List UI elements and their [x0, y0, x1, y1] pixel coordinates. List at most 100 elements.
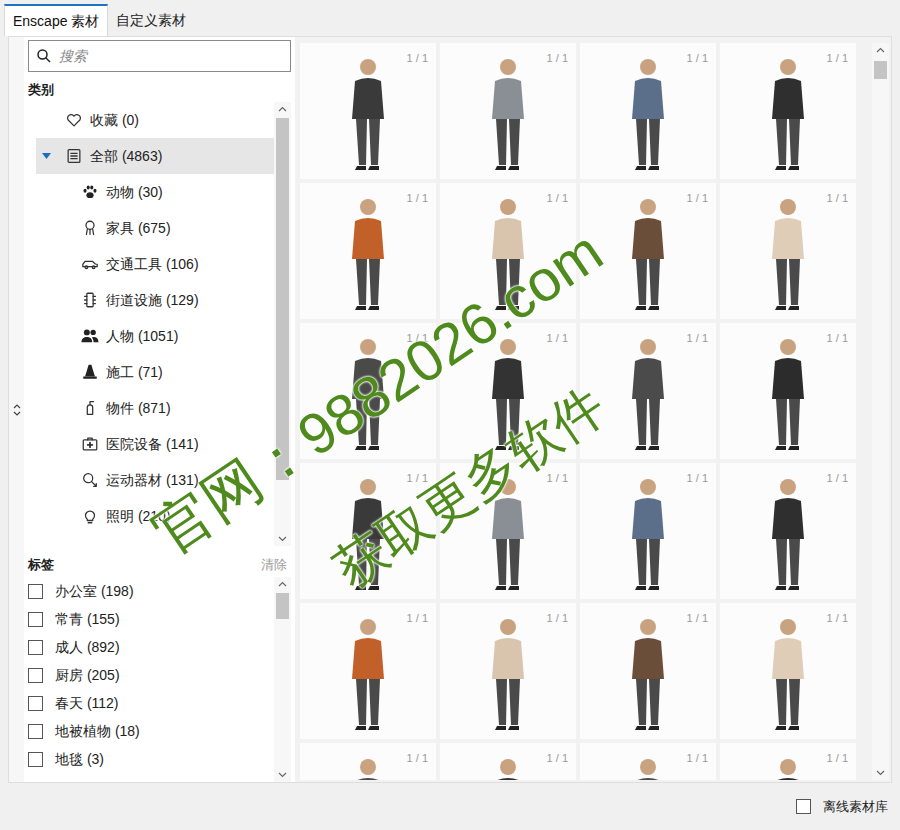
collapse-icon — [13, 403, 21, 417]
scroll-track[interactable] — [274, 591, 291, 768]
asset-card[interactable]: 1 / 1 — [300, 43, 436, 179]
asset-card[interactable]: 1 / 1 — [580, 603, 716, 739]
asset-thumbnail — [763, 755, 813, 780]
category-item[interactable]: 照明 (210) — [36, 498, 274, 534]
tag-item[interactable]: 春天 (112) — [28, 689, 274, 717]
category-item[interactable]: 交通工具 (106) — [36, 246, 274, 282]
asset-card[interactable]: 1 / 1 — [300, 323, 436, 459]
search-box[interactable] — [28, 40, 291, 72]
category-item[interactable]: 收藏 (0) — [36, 102, 274, 138]
tag-item[interactable]: 成人 (892) — [28, 633, 274, 661]
category-label: 家具 (675) — [106, 218, 171, 239]
category-item[interactable]: 施工 (71) — [36, 354, 274, 390]
category-item[interactable]: 人物 (1051) — [36, 318, 274, 354]
asset-card[interactable]: 1 / 1 — [300, 743, 436, 780]
asset-counter: 1 / 1 — [407, 50, 428, 67]
asset-card[interactable]: 1 / 1 — [300, 183, 436, 319]
clear-tags-button[interactable]: 清除 — [261, 555, 287, 575]
scroll-track[interactable] — [274, 116, 291, 532]
asset-card[interactable]: 1 / 1 — [440, 323, 576, 459]
asset-thumbnail — [763, 55, 813, 175]
asset-thumbnail — [483, 615, 533, 735]
category-item[interactable]: 运动器材 (131) — [36, 462, 274, 498]
asset-card[interactable]: 1 / 1 — [300, 463, 436, 599]
asset-card[interactable]: 1 / 1 — [580, 43, 716, 179]
offline-library-option[interactable]: 离线素材库 — [796, 797, 888, 817]
category-item[interactable]: 动物 (30) — [36, 174, 274, 210]
tab[interactable]: Enscape 素材 — [4, 4, 108, 36]
tag-item[interactable]: 地被植物 (18) — [28, 717, 274, 745]
asset-card[interactable]: 1 / 1 — [580, 463, 716, 599]
scroll-thumb[interactable] — [874, 61, 887, 79]
tag-checkbox[interactable] — [28, 584, 43, 599]
search-input[interactable] — [59, 41, 290, 71]
asset-counter: 1 / 1 — [547, 610, 568, 627]
scroll-track[interactable] — [872, 57, 889, 766]
asset-card[interactable]: 1 / 1 — [720, 463, 856, 599]
asset-counter: 1 / 1 — [827, 470, 848, 487]
asset-counter: 1 / 1 — [547, 330, 568, 347]
watermark-text: 获取更多软件 — [322, 373, 616, 601]
tag-items: 办公室 (198) 常青 (155) 成人 (892)厨房 (205)春天 (112… — [28, 577, 274, 782]
asset-library-window: Enscape 素材自定义素材类别收藏 (0)全部 (4863)动物 (30)家… — [0, 0, 900, 830]
scroll-down-icon — [274, 768, 291, 782]
asset-card[interactable]: 1 / 1 — [720, 183, 856, 319]
tag-label: 地被植物 (18) — [55, 721, 140, 742]
category-scrollbar[interactable] — [274, 102, 291, 546]
category-item[interactable]: 街道设施 (129) — [36, 282, 274, 318]
tag-item[interactable]: 厨房 (205) — [28, 661, 274, 689]
asset-card[interactable]: 1 / 1 — [720, 43, 856, 179]
tag-item[interactable]: 办公室 (198) — [28, 577, 274, 605]
tag-scrollbar[interactable] — [274, 577, 291, 782]
asset-card[interactable]: 1 / 1 — [440, 603, 576, 739]
asset-card[interactable]: 1 / 1 — [300, 603, 436, 739]
asset-thumbnail — [483, 335, 533, 455]
tag-item[interactable]: 常青 (155) — [28, 605, 274, 633]
tag-checkbox[interactable] — [28, 696, 43, 711]
asset-card[interactable]: 1 / 1 — [720, 603, 856, 739]
category-label: 物件 (871) — [106, 398, 171, 419]
tag-checkbox[interactable] — [28, 640, 43, 655]
tag-heading: 标签 — [28, 555, 54, 575]
asset-thumbnail — [343, 335, 393, 455]
asset-card[interactable]: 1 / 1 — [580, 743, 716, 780]
asset-thumbnail — [343, 195, 393, 315]
tab-label: Enscape 素材 — [13, 11, 99, 32]
asset-counter: 1 / 1 — [827, 330, 848, 347]
asset-card[interactable]: 1 / 1 — [440, 183, 576, 319]
scroll-thumb[interactable] — [276, 593, 289, 619]
tab[interactable]: 自定义素材 — [108, 4, 194, 36]
category-item[interactable]: 全部 (4863) — [36, 138, 274, 174]
asset-thumbnail — [623, 755, 673, 780]
asset-counter: 1 / 1 — [407, 470, 428, 487]
category-item[interactable]: 医院设备 (141) — [36, 426, 274, 462]
tag-checkbox[interactable] — [28, 668, 43, 683]
asset-card[interactable]: 1 / 1 — [580, 323, 716, 459]
category-label: 医院设备 (141) — [106, 434, 199, 455]
asset-thumbnail — [763, 195, 813, 315]
collapse-handle[interactable] — [9, 37, 24, 782]
category-item[interactable]: 家具 (675) — [36, 210, 274, 246]
tag-checkbox[interactable] — [28, 752, 43, 767]
asset-card[interactable]: 1 / 1 — [440, 463, 576, 599]
category-label: 交通工具 (106) — [106, 254, 199, 275]
tag-label: 常青 (155) — [55, 609, 120, 630]
scroll-thumb[interactable] — [276, 118, 289, 480]
asset-card[interactable]: 1 / 1 — [440, 43, 576, 179]
category-item[interactable]: 物件 (871) — [36, 390, 274, 426]
expand-toggle[interactable] — [36, 153, 56, 159]
people-icon — [80, 327, 100, 345]
car-icon — [80, 255, 100, 273]
asset-scrollbar[interactable] — [872, 43, 889, 780]
asset-card[interactable]: 1 / 1 — [720, 743, 856, 780]
tag-label: 地毯 (3) — [55, 749, 104, 770]
asset-card[interactable]: 1 / 1 — [440, 743, 576, 780]
asset-card[interactable]: 1 / 1 — [720, 323, 856, 459]
tag-item[interactable]: 地毯 (3) — [28, 745, 274, 773]
watermark-text: 官网：9882026.com — [140, 215, 616, 569]
tag-checkbox[interactable] — [28, 724, 43, 739]
offline-checkbox[interactable] — [796, 799, 811, 814]
asset-counter: 1 / 1 — [407, 750, 428, 767]
asset-card[interactable]: 1 / 1 — [580, 183, 716, 319]
tag-checkbox[interactable] — [28, 612, 43, 627]
